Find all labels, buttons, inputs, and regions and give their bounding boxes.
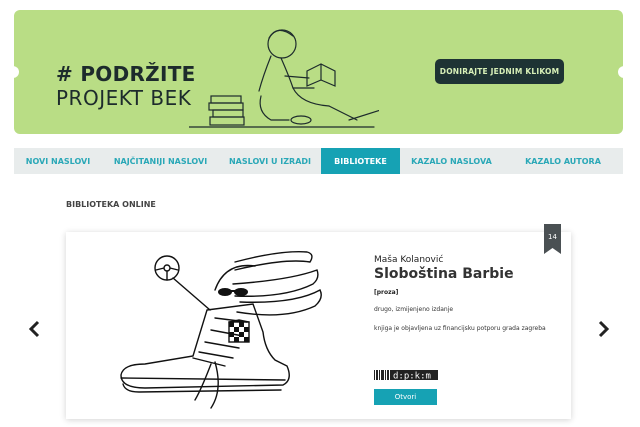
nav-item-biblioteke[interactable]: BIBLIOTEKE <box>321 148 400 174</box>
page: # PODRŽITE PROJEKT BEK DONIRAJTE JEDNIM … <box>0 0 640 427</box>
open-book-button[interactable]: Otvori <box>374 389 437 405</box>
banner-notch-left <box>14 66 19 78</box>
nav-item-najcitaniji-naslovi[interactable]: NAJČITANIJI NASLOVI <box>102 148 219 174</box>
book-cover-sneaker-illustration[interactable] <box>115 240 330 410</box>
publisher-logo: d:p:k:m <box>374 370 438 382</box>
book-edition: drugo, izmijenjeno izdanje <box>374 306 454 313</box>
nav-item-novi-naslovi[interactable]: NOVI NASLOVI <box>14 148 102 174</box>
banner-notch-right <box>618 66 623 78</box>
reading-girl-illustration <box>189 29 379 128</box>
section-heading: BIBLIOTEKA ONLINE <box>66 200 156 209</box>
book-author[interactable]: Maša Kolanović <box>374 255 443 265</box>
banner-subtitle: PROJEKT BEK <box>56 86 192 110</box>
nav-item-kazalo-autora[interactable]: KAZALO AUTORA <box>503 148 623 174</box>
donate-button[interactable]: DONIRAJTE JEDNIM KLIKOM <box>435 59 564 84</box>
book-genre: [proza] <box>374 289 399 296</box>
publisher-logo-text: d:p:k:m <box>393 372 431 382</box>
book-support-note: knjiga je objavljena uz financijsku potp… <box>374 325 546 332</box>
nav-item-naslovi-u-izradi[interactable]: NASLOVI U IZRADI <box>219 148 321 174</box>
book-title[interactable]: Sloboština Barbie <box>374 266 514 282</box>
chevron-left-icon[interactable] <box>28 320 42 338</box>
main-nav: NOVI NASLOVI NAJČITANIJI NASLOVI NASLOVI… <box>14 148 623 174</box>
donation-banner[interactable]: # PODRŽITE PROJEKT BEK DONIRAJTE JEDNIM … <box>14 10 623 134</box>
banner-title: # PODRŽITE <box>56 62 196 86</box>
chevron-right-icon[interactable] <box>596 320 610 338</box>
nav-item-kazalo-naslova[interactable]: KAZALO NASLOVA <box>400 148 503 174</box>
